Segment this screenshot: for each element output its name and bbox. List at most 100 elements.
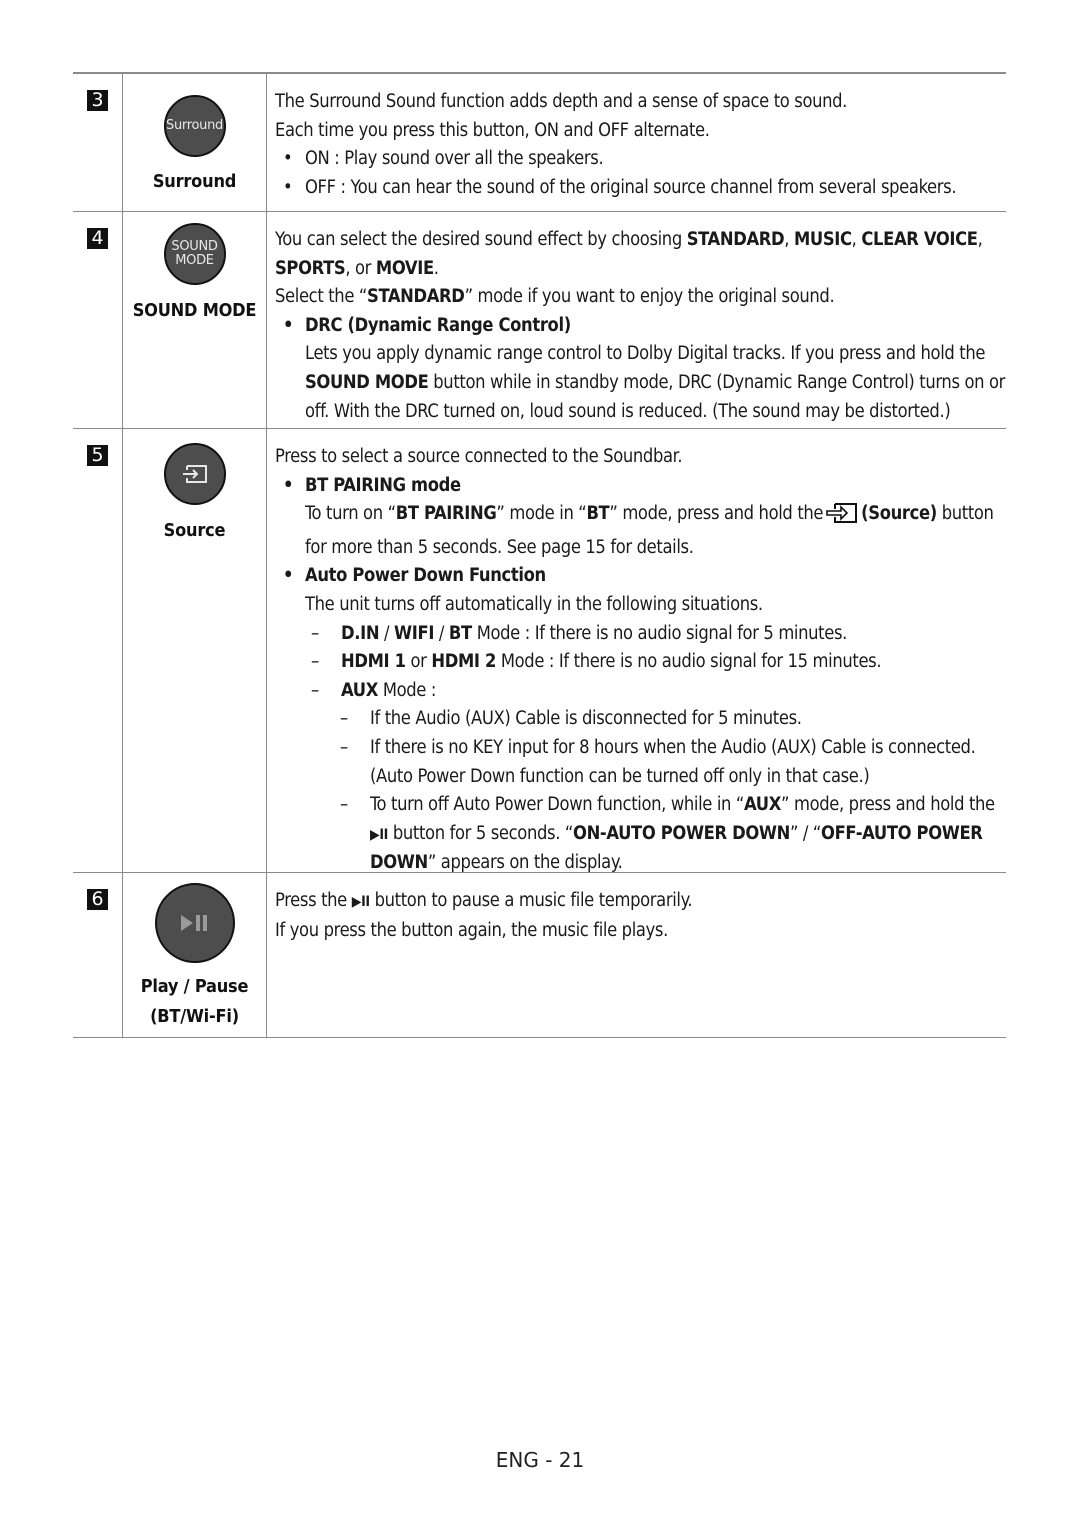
source-button-label: Source <box>163 520 226 541</box>
row-number-badge: 5 <box>87 445 108 466</box>
text: Mode : If there is no audio signal for 5… <box>471 622 848 644</box>
table-row-sound-mode: 4 SOUND MODE SOUND MODE You can select t… <box>73 212 1006 429</box>
bold-text: D.IN <box>341 622 380 644</box>
text: or <box>405 651 432 673</box>
text: , <box>977 229 983 250</box>
row-number-cell: 3 <box>73 74 123 211</box>
text: , or <box>345 257 376 279</box>
bold-text: BT <box>448 622 472 644</box>
sound-mode-button-icon: SOUND MODE <box>163 223 226 285</box>
page-number: ENG - 21 <box>495 1448 585 1472</box>
description-cell: The Surround Sound function adds depth a… <box>267 74 1006 211</box>
text: To turn off Auto Power Down function, wh… <box>370 794 745 816</box>
bullet-item: ON : Play sound over all the speakers. <box>275 145 1006 174</box>
mode-standard: STANDARD <box>686 229 785 250</box>
bold-text: BT <box>586 503 610 525</box>
text: ” mode in “ <box>496 503 587 525</box>
mode-sports: SPORTS <box>275 257 346 279</box>
text: . <box>433 257 439 279</box>
row-number-cell: 6 <box>73 873 123 1037</box>
description-line: Press to select a source connected to th… <box>275 446 683 467</box>
mode-music: MUSIC <box>793 229 852 250</box>
row-number-cell: 4 <box>73 212 123 428</box>
description-line: You can select the desired sound effect … <box>275 226 1006 283</box>
mode-movie: MOVIE <box>375 257 434 279</box>
bold-text: ON-AUTO POWER DOWN <box>573 822 790 844</box>
bold-text: AUX <box>744 794 782 816</box>
dash-item: HDMI 1 or HDMI 2 Mode : If there is no a… <box>275 648 1006 677</box>
sound-mode-face-line1: SOUND <box>171 239 218 254</box>
text: Mode : If there is no audio signal for 1… <box>496 651 882 673</box>
mode-clear-voice: CLEAR VOICE <box>861 229 978 250</box>
bold-text: SOUND MODE <box>305 371 429 393</box>
play-pause-glyph-icon: ▶II <box>370 826 389 843</box>
description-line: Select the “STANDARD” mode if you want t… <box>275 283 1006 312</box>
table-row-source: 5 Source Press to select a source connec… <box>73 429 1006 873</box>
row-number-badge: 3 <box>87 90 108 111</box>
button-cell: Source <box>123 429 267 872</box>
description-line: The Surround Sound function adds depth a… <box>275 91 848 112</box>
sound-mode-button-label: SOUND MODE <box>132 300 257 321</box>
bold-text: BT PAIRING <box>395 503 497 525</box>
table-row-surround: 3 Surround Surround The Surround Sound f… <box>73 74 1006 212</box>
button-function-table: 3 Surround Surround The Surround Sound f… <box>73 72 1006 1038</box>
auto-power-down-title: Auto Power Down Function <box>275 562 1006 591</box>
text: button for 5 seconds. “ <box>388 822 574 844</box>
text: , <box>784 229 794 250</box>
sub-dash-item: If there is no KEY input for 8 hours whe… <box>275 734 1006 763</box>
description-cell: Press the ▶II button to pause a music fi… <box>267 873 1006 1037</box>
sub-dash-item: To turn off Auto Power Down function, wh… <box>275 791 1006 878</box>
text: To turn on “ <box>305 503 396 525</box>
button-cell: Play / Pause (BT/Wi-Fi) <box>123 873 267 1037</box>
row-number-badge: 6 <box>87 889 108 910</box>
text: Press the <box>275 890 352 911</box>
bt-pairing-title: BT PAIRING mode <box>275 472 1006 501</box>
sub-dash-continuation: (Auto Power Down function can be turned … <box>370 765 870 787</box>
dash-item: AUX Mode : <box>275 677 1006 706</box>
bold-text: WIFI <box>394 622 435 644</box>
text: ” mode if you want to enjoy the original… <box>464 286 835 308</box>
surround-button-label: Surround <box>152 171 237 192</box>
text: Lets you apply dynamic range control to … <box>305 343 986 365</box>
bullet-item: OFF : You can hear the sound of the orig… <box>275 174 1006 203</box>
source-inline-icon <box>825 502 859 534</box>
auto-power-down-intro: The unit turns off automatically in the … <box>305 593 763 615</box>
description-line: Each time you press this button, ON and … <box>275 119 710 141</box>
bold-text: (Source) <box>861 503 937 525</box>
text: You can select the desired sound effect … <box>275 229 687 250</box>
text: ” mode, press and hold the <box>609 503 824 525</box>
bold-text: AUX <box>341 679 378 701</box>
play-pause-button-label: Play / Pause <box>140 976 249 997</box>
row-number-cell: 5 <box>73 429 123 872</box>
button-cell: Surround Surround <box>123 74 267 211</box>
bold-text: HDMI 1 <box>341 651 406 673</box>
text: Mode : <box>377 679 437 701</box>
sound-mode-face-line2: MODE <box>175 253 214 268</box>
text: / <box>434 622 449 644</box>
drc-description: Lets you apply dynamic range control to … <box>275 340 1006 426</box>
play-pause-icon <box>154 883 235 963</box>
row-number-badge: 4 <box>87 228 108 249</box>
source-icon <box>163 443 226 505</box>
bold-text: STANDARD <box>367 286 465 308</box>
description-line: Press the ▶II button to pause a music fi… <box>275 887 1006 917</box>
bold-text: HDMI 2 <box>431 651 497 673</box>
play-pause-glyph-icon: ▶II <box>351 894 370 910</box>
text: / <box>379 622 395 644</box>
text: ” / “ <box>789 822 822 844</box>
text: ” appears on the display. <box>427 852 623 874</box>
text: , <box>851 229 862 250</box>
bt-pairing-description: To turn on “BT PAIRING” mode in “BT” mod… <box>275 500 1006 562</box>
button-cell: SOUND MODE SOUND MODE <box>123 212 267 428</box>
surround-button-icon: Surround <box>163 95 226 157</box>
text: ” mode, press and hold the <box>781 794 995 816</box>
text: button to pause a music file temporarily… <box>369 890 693 911</box>
play-pause-glyph-icon <box>180 915 207 931</box>
text: Select the “ <box>275 286 368 308</box>
description-line: If you press the button again, the music… <box>275 919 668 941</box>
dash-item: D.IN / WIFI / BT Mode : If there is no a… <box>275 620 1006 649</box>
description-cell: Press to select a source connected to th… <box>267 429 1006 873</box>
surround-button-face-text: Surround <box>166 118 223 133</box>
table-row-play-pause: 6 Play / Pause (BT/Wi-Fi) Press the ▶II … <box>73 873 1006 1038</box>
play-pause-button-sublabel: (BT/Wi-Fi) <box>150 1006 239 1027</box>
